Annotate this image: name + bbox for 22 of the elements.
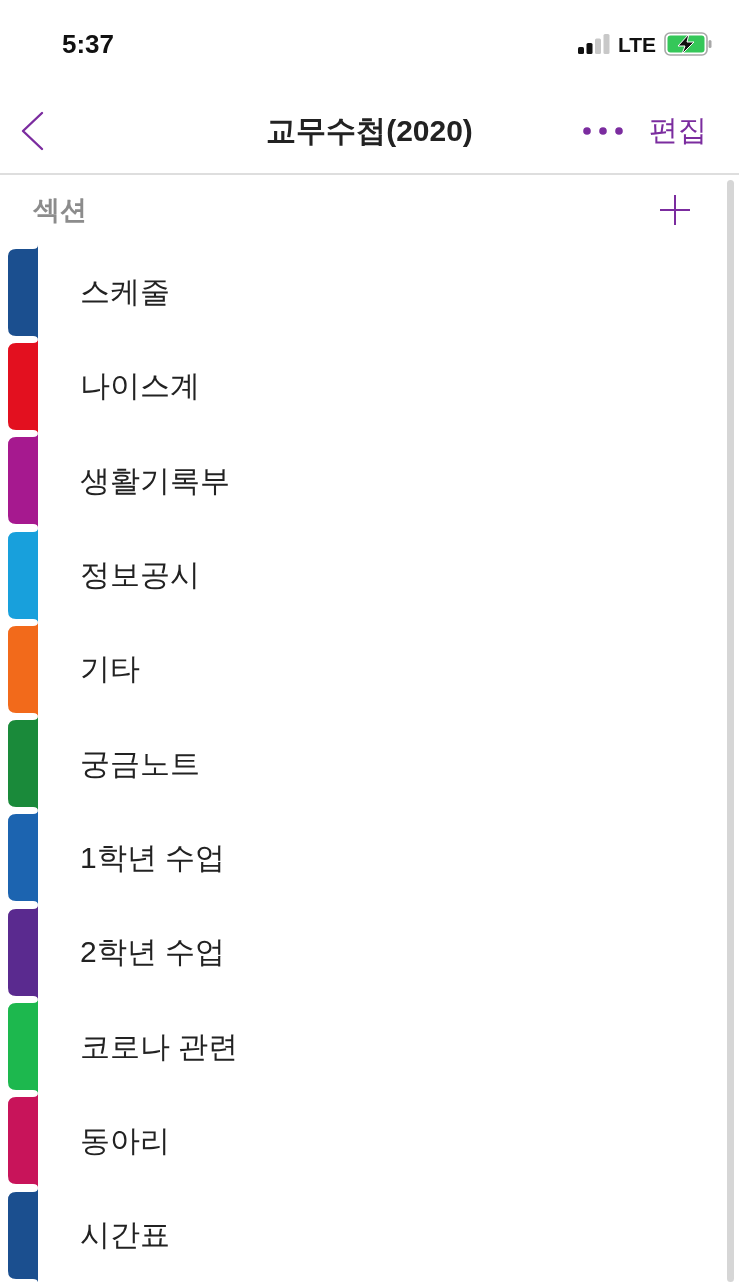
section-item[interactable]: 1학년 수업: [80, 842, 226, 873]
section-item[interactable]: 정보공시: [80, 560, 200, 591]
add-section-button[interactable]: [659, 194, 691, 226]
section-item[interactable]: 기타: [80, 654, 140, 685]
battery-charging-icon: [664, 32, 712, 56]
section-item[interactable]: 생활기록부: [80, 465, 230, 496]
chevron-left-icon: [20, 110, 44, 151]
section-item[interactable]: 코로나 관련: [80, 1031, 239, 1062]
section-item[interactable]: 시간표: [80, 1220, 170, 1251]
section-item[interactable]: 스케줄: [80, 277, 170, 308]
section-item[interactable]: 동아리: [80, 1125, 170, 1156]
network-label: LTE: [617, 33, 656, 55]
edit-button[interactable]: 편집: [649, 116, 707, 145]
section-heading: 섹션: [33, 196, 87, 224]
more-icon: [583, 126, 623, 135]
status-time: 5:37: [62, 31, 115, 57]
section-item[interactable]: 나이스계: [80, 371, 200, 402]
notebook-title: 교무수첩(2020): [265, 115, 474, 146]
plus-icon: [660, 195, 690, 225]
signal-icon: [577, 34, 610, 54]
section-item[interactable]: 2학년 수업: [80, 937, 226, 968]
section-item[interactable]: 궁금노트: [80, 748, 200, 779]
